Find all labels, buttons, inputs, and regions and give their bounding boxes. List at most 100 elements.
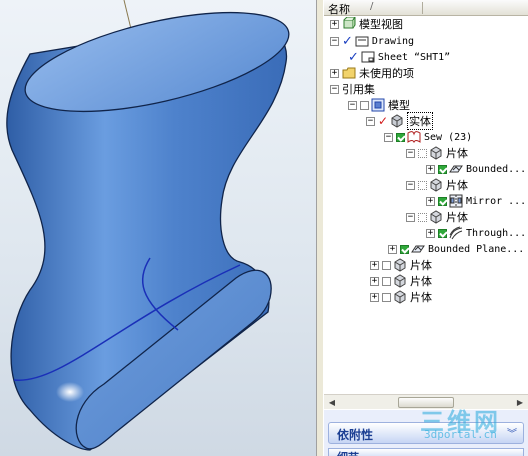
scroll-right-icon[interactable]: ▶	[513, 396, 527, 409]
expand-icon[interactable]: +	[370, 276, 379, 286]
name-column-header[interactable]: 名称	[328, 1, 350, 17]
watermark-url: 3dportal.cn	[424, 428, 497, 441]
mirror-icon	[449, 194, 463, 208]
sheet-icon	[361, 51, 375, 63]
visibility-checkbox[interactable]	[382, 260, 391, 270]
tree-item-reference-sets[interactable]: − 引用集	[330, 81, 375, 97]
drawing-icon	[355, 36, 369, 47]
visibility-checkbox[interactable]	[360, 100, 369, 110]
tree-item-label: 片体	[446, 179, 468, 192]
visibility-checkbox[interactable]	[418, 148, 427, 158]
tree-item-mirror[interactable]: + Mirror ...	[426, 193, 526, 209]
tree-header: 名称 /	[324, 0, 528, 16]
bounded-plane-icon	[411, 245, 425, 253]
tree-item-label: Through...	[466, 227, 527, 239]
sew-icon	[407, 131, 421, 144]
tree-item-sheet-body[interactable]: + 片体	[370, 257, 432, 273]
tree-item-label: 片体	[446, 147, 468, 160]
tree-item-model[interactable]: − 模型	[348, 97, 410, 113]
tree-item-label: 实体	[407, 112, 434, 130]
body-icon	[391, 114, 403, 128]
graphics-viewport[interactable]	[0, 0, 316, 456]
tree-item-solid-body[interactable]: − ✓ 实体	[366, 112, 434, 130]
dependency-label: 依附性	[337, 428, 374, 442]
expand-icon[interactable]: +	[426, 196, 435, 206]
collapse-icon[interactable]: −	[406, 148, 415, 158]
collapse-icon[interactable]: −	[330, 84, 339, 94]
tree-item-label: 片体	[446, 211, 468, 224]
details-panel-header[interactable]: 细节	[328, 448, 524, 456]
body-icon	[430, 146, 442, 160]
visibility-checkbox[interactable]	[418, 212, 427, 222]
expand-icon[interactable]: +	[388, 244, 397, 254]
expand-icon[interactable]: +	[330, 68, 339, 78]
expand-icon[interactable]: +	[370, 292, 379, 302]
tree-item-label: 模型视图	[359, 18, 403, 31]
feature-checkbox[interactable]	[400, 244, 409, 254]
tree-item-drawing[interactable]: − ✓ Drawing	[330, 33, 414, 49]
chevron-down-icon[interactable]: ︾	[507, 425, 517, 440]
tree-item-sheet-body[interactable]: + 片体	[370, 289, 432, 305]
checkmark-icon: ✓	[348, 49, 359, 65]
model-icon	[371, 98, 385, 112]
collapse-icon[interactable]: −	[384, 132, 393, 142]
checkmark-icon: ✓	[342, 33, 353, 49]
tree-item-label: Sew (23)	[424, 131, 473, 143]
visibility-checkbox[interactable]	[382, 292, 391, 302]
surface-model	[6, 0, 290, 451]
expand-icon[interactable]: +	[330, 19, 339, 29]
tree-item-label: Bounded...	[466, 163, 527, 175]
views-icon	[343, 17, 356, 29]
tree-item-label: Bounded Plane...	[428, 243, 525, 255]
feature-checkbox[interactable]	[438, 164, 447, 174]
specular-highlight	[56, 382, 84, 402]
tree-item-label: 片体	[410, 275, 432, 288]
expand-icon[interactable]: +	[426, 164, 435, 174]
tree-item-label: Drawing	[371, 35, 415, 47]
tree-item-bounded-plane-2[interactable]: + Bounded Plane...	[388, 241, 524, 257]
body-icon	[430, 210, 442, 224]
feature-checkbox[interactable]	[396, 132, 405, 142]
tree-item-bounded-plane[interactable]: + Bounded...	[426, 161, 526, 177]
collapse-icon[interactable]: −	[366, 116, 375, 126]
collapse-icon[interactable]: −	[406, 180, 415, 190]
sort-indicator: /	[370, 1, 374, 12]
scroll-left-icon[interactable]: ◀	[325, 396, 339, 409]
panel-splitter[interactable]	[316, 0, 324, 456]
visibility-checkbox[interactable]	[418, 180, 427, 190]
collapse-icon[interactable]: −	[348, 100, 357, 110]
visibility-checkbox[interactable]	[382, 276, 391, 286]
column-divider[interactable]	[422, 2, 423, 14]
through-curves-icon	[449, 226, 463, 240]
body-icon	[430, 178, 442, 192]
tree-item-sheet-body[interactable]: − 片体	[406, 209, 468, 225]
expand-icon[interactable]: +	[370, 260, 379, 270]
tree-item-label: 片体	[410, 259, 432, 272]
feature-checkbox[interactable]	[438, 196, 447, 206]
feature-checkbox[interactable]	[438, 228, 447, 238]
tree-item-sheet-body[interactable]: + 片体	[370, 273, 432, 289]
tree-item-model-views[interactable]: + 模型视图	[330, 16, 403, 32]
tree-item-sheet[interactable]: ✓ Sheet “SHT1”	[348, 49, 450, 65]
tree-item-unused[interactable]: + 未使用的项	[330, 65, 414, 81]
checkmark-icon: ✓	[378, 114, 389, 128]
tree-item-label: 片体	[410, 291, 432, 304]
tree-item-label: 未使用的项	[359, 67, 414, 80]
details-label: 细节	[337, 449, 359, 456]
tree-item-sheet-body[interactable]: − 片体	[406, 177, 468, 193]
tree-item-label: 引用集	[342, 83, 375, 96]
tree-item-label: Sheet “SHT1”	[377, 51, 451, 63]
expand-icon[interactable]: +	[426, 228, 435, 238]
tree-item-sew[interactable]: − Sew (23)	[384, 129, 472, 145]
tree-item-sheet-body[interactable]: − 片体	[406, 145, 468, 161]
body-icon	[394, 258, 406, 272]
body-icon	[394, 274, 406, 288]
part-navigator: 名称 / + 模型视图 − ✓ Drawing ✓ Sheet “SHT1” +…	[324, 0, 528, 456]
body-icon	[394, 290, 406, 304]
bounded-plane-icon	[449, 165, 463, 173]
tree-item-through-curves[interactable]: + Through...	[426, 225, 526, 241]
collapse-icon[interactable]: −	[406, 212, 415, 222]
folder-icon	[342, 67, 356, 79]
tree-item-label: 模型	[388, 99, 410, 112]
collapse-icon[interactable]: −	[330, 36, 339, 46]
